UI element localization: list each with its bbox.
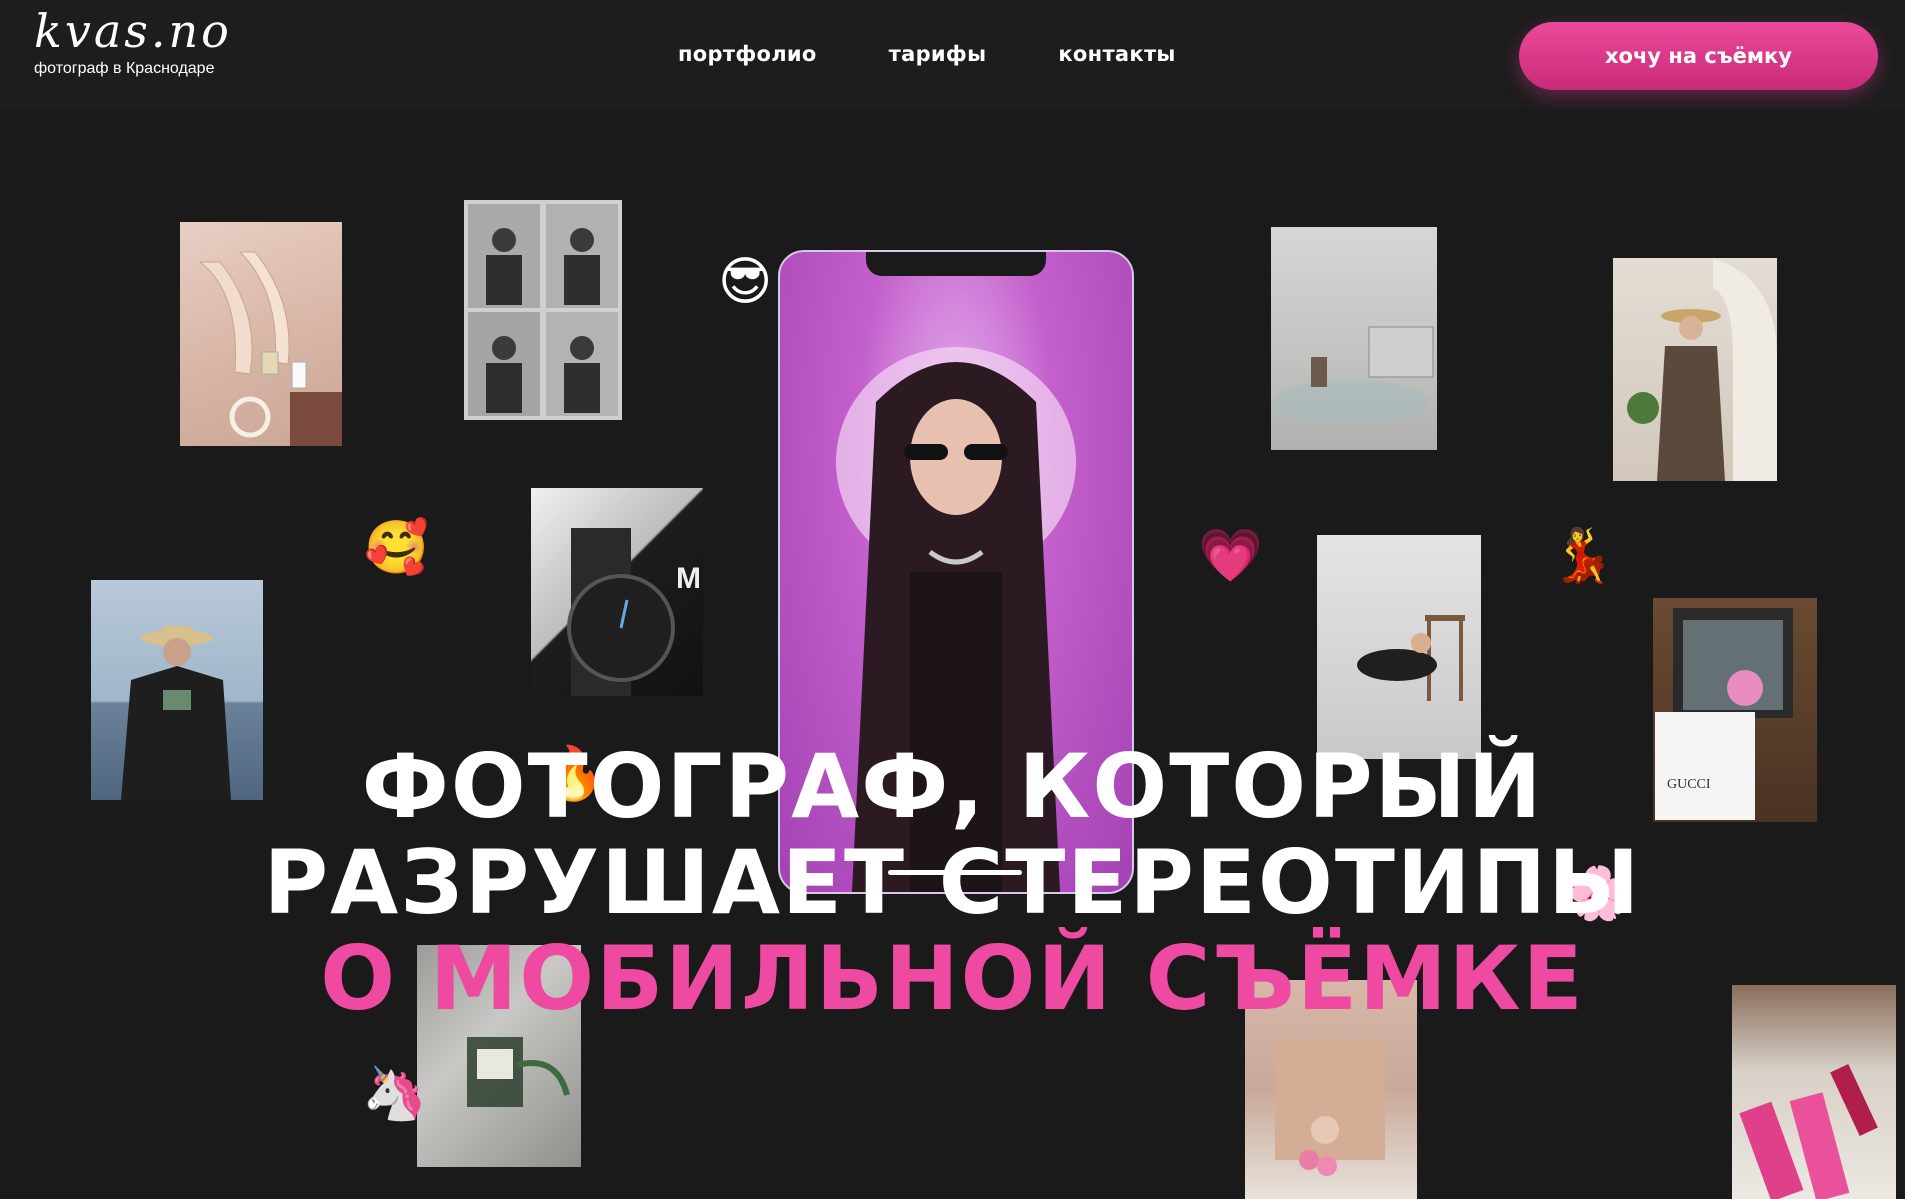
site-header: kvas.no фотограф в Краснодаре портфолио … bbox=[0, 0, 1905, 110]
photo-shoes-flatlay bbox=[180, 222, 342, 446]
shoes-illustration bbox=[198, 251, 342, 446]
photo-laptop-table bbox=[1271, 227, 1437, 450]
main-nav: портфолио тарифы контакты bbox=[678, 42, 1176, 66]
phone-notch bbox=[866, 252, 1046, 276]
book-shoot-button[interactable]: хочу на съёмку bbox=[1519, 22, 1878, 90]
nav-item-pricing[interactable]: тарифы bbox=[889, 42, 987, 66]
sparkling-heart-emoji-icon: 💗 bbox=[1198, 526, 1263, 586]
arch-illustration bbox=[1627, 258, 1777, 481]
photo-watch: M bbox=[531, 488, 703, 696]
unicorn-emoji-icon: 🦄 bbox=[362, 1064, 427, 1124]
laptop-illustration bbox=[1273, 326, 1434, 424]
hero-line-3: О МОБИЛЬНОЙ СЪЁМКЕ bbox=[320, 926, 1585, 1030]
logo-tagline: фотограф в Краснодаре bbox=[34, 60, 215, 77]
nav-item-contacts[interactable]: контакты bbox=[1058, 42, 1175, 66]
chair-illustration bbox=[1357, 615, 1465, 701]
photo-woman-chair bbox=[1317, 535, 1481, 759]
hero-headline: ФОТОГРАФ, КОТОРЫЙ РАЗРУШАЕТ СТЕРЕОТИПЫ О… bbox=[0, 734, 1905, 1030]
smiling-hearts-emoji-icon: 🥰 bbox=[364, 518, 429, 578]
hero-line-2: РАЗРУШАЕТ СТЕРЕОТИПЫ bbox=[263, 830, 1642, 934]
sunglasses-emoji-icon: 😎 bbox=[718, 252, 773, 312]
watch-illustration: M bbox=[567, 528, 701, 696]
svg-text:M: M bbox=[676, 562, 701, 595]
logo-wordmark: kvas.no bbox=[34, 4, 232, 58]
photobooth-illustration bbox=[464, 200, 622, 420]
hero-line-1: ФОТОГРАФ, КОТОРЫЙ bbox=[361, 734, 1544, 838]
photo-photobooth-strip bbox=[464, 200, 622, 420]
logo[interactable]: kvas.no фотограф в Краснодаре bbox=[34, 8, 232, 78]
nav-item-portfolio[interactable]: портфолио bbox=[678, 42, 817, 66]
dancer-emoji-icon: 💃 bbox=[1550, 526, 1615, 586]
photo-woman-arch bbox=[1613, 258, 1777, 481]
